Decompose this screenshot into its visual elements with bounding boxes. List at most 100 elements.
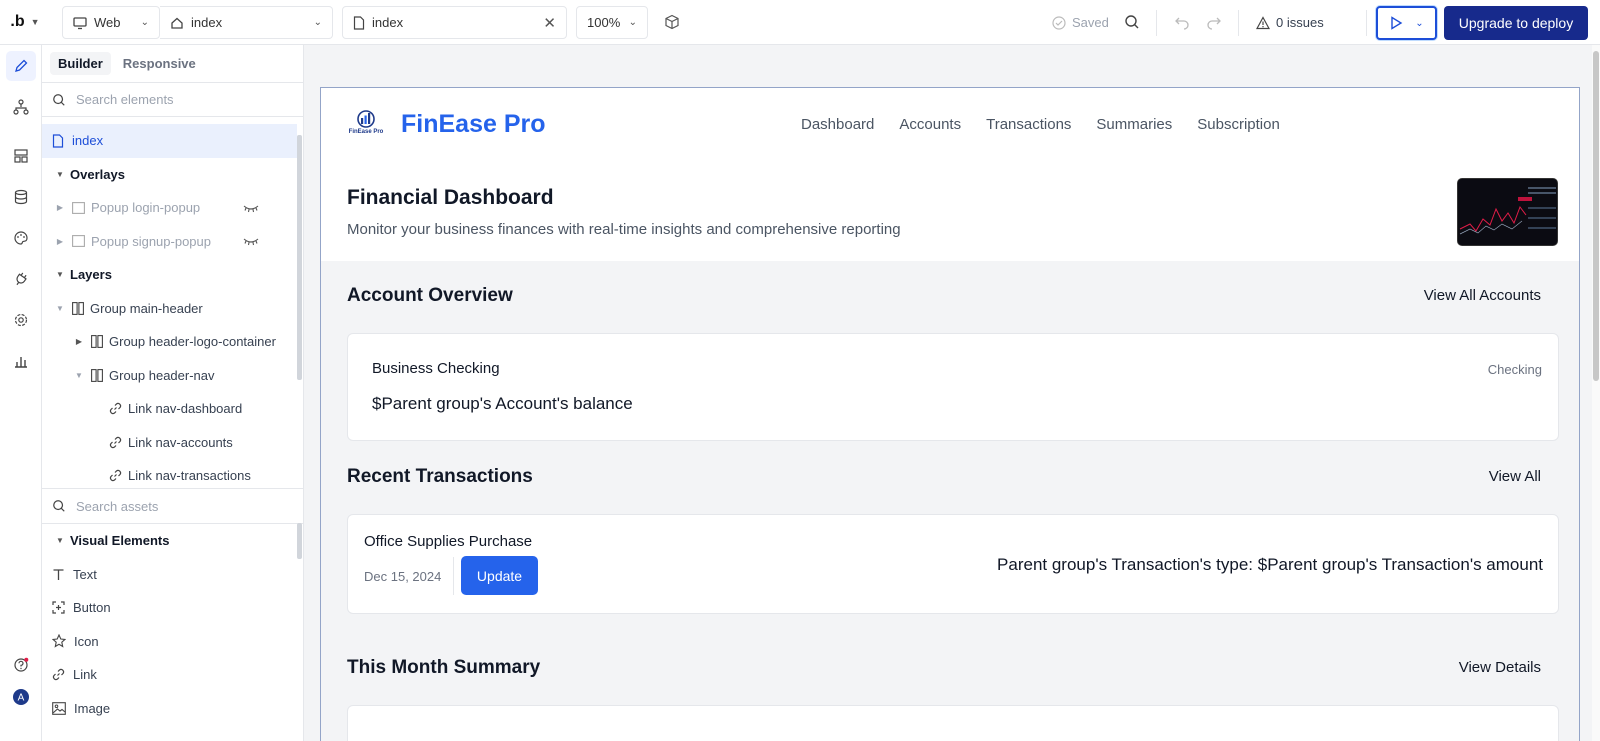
page-tab[interactable]: index ✕ bbox=[342, 6, 567, 39]
platform-select[interactable]: Web ⌄ bbox=[62, 6, 160, 39]
canvas-scrollbar[interactable] bbox=[1592, 45, 1600, 741]
nav-subscription[interactable]: Subscription bbox=[1197, 116, 1280, 133]
user-avatar[interactable]: A bbox=[6, 682, 36, 712]
group-icon bbox=[72, 301, 84, 315]
zoom-select[interactable]: 100% ⌄ bbox=[576, 6, 648, 39]
asset-image[interactable]: Image bbox=[42, 692, 297, 726]
asset-text[interactable]: Text bbox=[42, 558, 297, 592]
page-select[interactable]: index ⌄ bbox=[160, 6, 333, 39]
update-button[interactable]: Update bbox=[461, 556, 538, 595]
divider bbox=[453, 557, 454, 595]
link-icon bbox=[109, 469, 122, 482]
tree-section-visual-elements[interactable]: ▼ Visual Elements bbox=[42, 524, 297, 558]
caret-down-icon: ▼ bbox=[56, 303, 64, 313]
undo-icon[interactable] bbox=[1174, 14, 1190, 30]
rail-settings-tab[interactable] bbox=[6, 305, 36, 335]
popup-icon bbox=[72, 201, 85, 214]
image-icon bbox=[52, 701, 66, 715]
brand-logo[interactable]: FinEase Pro bbox=[347, 108, 385, 140]
link-icon bbox=[109, 436, 122, 449]
search-assets-input[interactable]: Search assets bbox=[42, 488, 304, 524]
section-label: Visual Elements bbox=[70, 533, 170, 549]
rail-plugins-tab[interactable] bbox=[6, 264, 36, 294]
close-icon[interactable]: ✕ bbox=[543, 14, 556, 32]
view-all-transactions-link[interactable]: View All bbox=[1489, 468, 1541, 485]
search-icon bbox=[52, 93, 66, 107]
caret-down-icon: ▼ bbox=[56, 270, 64, 280]
page-subtitle: Monitor your business finances with real… bbox=[347, 221, 901, 238]
summary-card[interactable] bbox=[347, 705, 1559, 741]
view-all-accounts-link[interactable]: View All Accounts bbox=[1424, 287, 1541, 304]
scrollbar-thumb[interactable] bbox=[1593, 51, 1599, 381]
main-header[interactable]: FinEase Pro FinEase Pro Dashboard Accoun… bbox=[321, 88, 1579, 162]
database-icon bbox=[13, 189, 29, 205]
warning-icon bbox=[1256, 15, 1270, 30]
hero-chart-image[interactable] bbox=[1457, 178, 1558, 246]
search-assets-placeholder: Search assets bbox=[76, 498, 159, 514]
hero-section[interactable]: Financial Dashboard Monitor your busines… bbox=[321, 162, 1579, 261]
tree-item-index[interactable]: index bbox=[42, 124, 297, 158]
nav-accounts[interactable]: Accounts bbox=[899, 116, 961, 133]
platform-label: Web bbox=[94, 15, 121, 30]
nav-transactions[interactable]: Transactions bbox=[986, 116, 1071, 133]
redo-icon[interactable] bbox=[1206, 14, 1222, 30]
month-summary-heading: This Month Summary bbox=[347, 657, 541, 678]
saved-label: Saved bbox=[1072, 15, 1109, 30]
rail-workflow-tab[interactable] bbox=[6, 92, 36, 122]
tree-item-group-main-header[interactable]: ▼ Group main-header bbox=[42, 292, 297, 326]
asset-icon[interactable]: Icon bbox=[42, 625, 297, 659]
check-circle-icon bbox=[1052, 15, 1066, 30]
asset-button[interactable]: Button bbox=[42, 591, 297, 625]
tree-item-link-accounts[interactable]: Link nav-accounts bbox=[42, 426, 297, 460]
rail-styles-tab[interactable] bbox=[6, 223, 36, 253]
issues-indicator[interactable]: 0 issues bbox=[1256, 0, 1324, 45]
cube-icon[interactable] bbox=[664, 14, 680, 30]
plug-icon bbox=[13, 271, 29, 287]
divider bbox=[1366, 10, 1367, 36]
layout-icon bbox=[13, 148, 29, 164]
file-icon bbox=[353, 15, 365, 30]
tab-builder[interactable]: Builder bbox=[50, 52, 111, 75]
tree-item-label: Group header-nav bbox=[109, 367, 215, 383]
tab-responsive[interactable]: Responsive bbox=[115, 52, 204, 75]
search-elements-input[interactable]: Search elements bbox=[42, 83, 303, 117]
tree-item-popup-login[interactable]: ▶ Popup login-popup bbox=[42, 191, 297, 225]
preview-button[interactable]: ⌄ bbox=[1376, 6, 1437, 40]
monitor-icon bbox=[73, 16, 87, 30]
asset-label: Button bbox=[73, 600, 111, 616]
tree-item-popup-signup[interactable]: ▶ Popup signup-popup bbox=[42, 225, 297, 259]
asset-link[interactable]: Link bbox=[42, 658, 297, 692]
eye-closed-icon[interactable] bbox=[243, 203, 259, 213]
rail-data-tab[interactable] bbox=[6, 182, 36, 212]
caret-right-icon: ▶ bbox=[56, 236, 64, 246]
rail-logs-tab[interactable] bbox=[6, 346, 36, 376]
tree-scrollbar[interactable] bbox=[297, 135, 302, 380]
help-button[interactable] bbox=[6, 650, 36, 680]
rail-layout-tab[interactable] bbox=[6, 141, 36, 171]
nav-dashboard[interactable]: Dashboard bbox=[801, 116, 874, 133]
asset-label: Icon bbox=[74, 633, 99, 649]
tree-item-label: Link nav-dashboard bbox=[128, 401, 243, 417]
tree-item-group-nav[interactable]: ▼ Group header-nav bbox=[42, 359, 297, 393]
app-logo-menu[interactable]: .b ▼ bbox=[0, 0, 50, 45]
file-icon bbox=[52, 134, 64, 148]
top-toolbar: .b ▼ Web ⌄ index ⌄ index ✕ 100% ⌄ Saved bbox=[0, 0, 1600, 45]
tree-section-layers[interactable]: ▼ Layers bbox=[42, 258, 297, 292]
eye-closed-icon[interactable] bbox=[243, 236, 259, 246]
view-details-link[interactable]: View Details bbox=[1459, 659, 1541, 676]
rail-design-tab[interactable] bbox=[6, 51, 36, 81]
tree-item-link-dashboard[interactable]: Link nav-dashboard bbox=[42, 392, 297, 426]
nav-summaries[interactable]: Summaries bbox=[1096, 116, 1172, 133]
tree-item-group-logo[interactable]: ▶ Group header-logo-container bbox=[42, 325, 297, 359]
assets-scrollbar[interactable] bbox=[297, 523, 302, 559]
upgrade-deploy-button[interactable]: Upgrade to deploy bbox=[1444, 6, 1588, 40]
tree-section-overlays[interactable]: ▼ Overlays bbox=[42, 158, 297, 192]
page-canvas[interactable]: FinEase Pro FinEase Pro Dashboard Accoun… bbox=[320, 87, 1580, 741]
transaction-card[interactable]: Office Supplies Purchase Dec 15, 2024 Up… bbox=[347, 514, 1559, 614]
account-card[interactable]: Business Checking Checking $Parent group… bbox=[347, 333, 1559, 441]
play-icon bbox=[1389, 16, 1403, 30]
svg-text:A: A bbox=[18, 693, 25, 704]
chevron-down-icon: ⌄ bbox=[140, 17, 149, 28]
search-icon[interactable] bbox=[1124, 14, 1140, 30]
icon-rail: A bbox=[0, 45, 42, 741]
